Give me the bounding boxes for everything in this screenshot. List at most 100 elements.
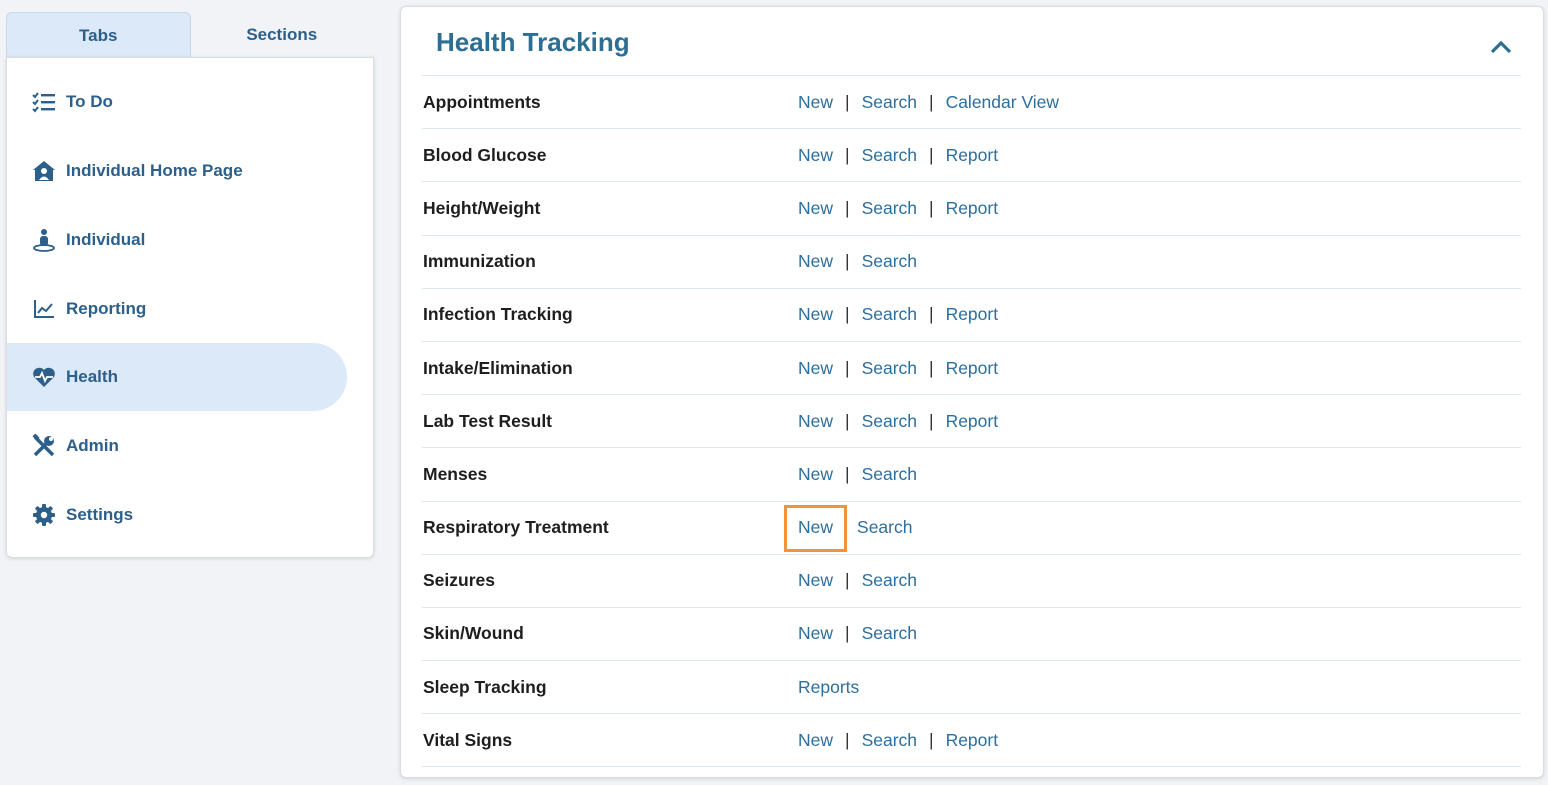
row-label: Vital Signs: [423, 729, 513, 750]
list-item: Lab Test Result New | Search | Report: [422, 395, 1521, 449]
link-separator: |: [929, 729, 934, 750]
tab-sections[interactable]: Sections: [191, 12, 374, 58]
new-link[interactable]: New: [798, 304, 833, 325]
row-links: New | Search: [798, 251, 917, 272]
search-link[interactable]: Search: [862, 570, 917, 591]
new-link[interactable]: New: [798, 570, 833, 591]
search-link[interactable]: Search: [862, 464, 917, 485]
link-separator: |: [929, 197, 934, 218]
search-link[interactable]: Search: [862, 623, 917, 644]
row-links: New | Search | Report: [798, 304, 998, 325]
row-links: New | Search: [798, 570, 917, 591]
new-link[interactable]: New: [798, 411, 833, 432]
new-link[interactable]: New: [798, 145, 833, 166]
link-separator: |: [845, 410, 850, 431]
link-separator: |: [929, 410, 934, 431]
report-link[interactable]: Report: [946, 411, 999, 432]
sidebar-item-to-do[interactable]: To Do: [7, 68, 347, 136]
link-separator: |: [845, 304, 850, 325]
report-link[interactable]: Report: [946, 730, 999, 751]
search-link[interactable]: Search: [862, 145, 917, 166]
tab-tabs[interactable]: Tabs: [6, 12, 191, 58]
health-tracking-panel: Health Tracking Appointments New | Search | C…: [400, 6, 1544, 778]
link-separator: |: [845, 570, 850, 591]
search-link[interactable]: Search: [862, 411, 917, 432]
row-label: Appointments: [423, 91, 541, 112]
sidebar-item-reporting[interactable]: Reporting: [7, 275, 347, 343]
search-link[interactable]: Search: [862, 92, 917, 113]
list-item: Intake/Elimination New | Search | Report: [422, 342, 1521, 396]
sidebar-item-label: To Do: [66, 92, 113, 111]
row-links: New | Search | Calendar View: [798, 92, 1059, 113]
link-separator: |: [845, 251, 850, 272]
new-link[interactable]: New: [798, 464, 833, 485]
new-link[interactable]: New: [798, 358, 833, 379]
new-link[interactable]: New: [798, 730, 833, 751]
row-links: New | Search | Report: [798, 145, 998, 166]
new-link[interactable]: New: [798, 92, 833, 113]
row-label: Infection Tracking: [423, 304, 573, 325]
sidebar-item-label: Admin: [66, 436, 119, 455]
search-link[interactable]: Search: [857, 517, 912, 538]
list-item: Height/Weight New | Search | Report: [422, 182, 1521, 236]
sidebar-item-health[interactable]: Health: [7, 343, 347, 411]
row-label: Intake/Elimination: [423, 357, 573, 378]
new-link[interactable]: New: [798, 251, 833, 272]
row-links: New | Search: [798, 464, 917, 485]
heartbeat-icon: [32, 365, 56, 389]
row-links: Reports: [798, 677, 859, 698]
link-separator: |: [929, 304, 934, 325]
search-link[interactable]: Search: [862, 730, 917, 751]
row-label: Blood Glucose: [423, 144, 547, 165]
search-link[interactable]: Search: [862, 304, 917, 325]
new-link[interactable]: New: [798, 623, 833, 644]
home-user-icon: [32, 159, 56, 183]
link-separator: |: [845, 357, 850, 378]
checklist-icon: [32, 90, 56, 114]
search-link[interactable]: Search: [862, 198, 917, 219]
chevron-up-icon[interactable]: [1489, 37, 1513, 57]
link-separator: |: [845, 197, 850, 218]
list-item: Immunization New | Search: [422, 236, 1521, 289]
sidebar-item-individual-home-page[interactable]: Individual Home Page: [7, 137, 347, 205]
report-link[interactable]: Report: [946, 145, 999, 166]
row-links: New | Search | Report: [798, 198, 998, 219]
sidebar-item-label: Reporting: [66, 299, 147, 318]
gear-icon: [32, 503, 56, 527]
list-item: Respiratory Treatment New Search: [422, 502, 1521, 555]
link-separator: |: [929, 357, 934, 378]
list-item: Appointments New | Search | Calendar View: [422, 76, 1521, 130]
row-label: Height/Weight: [423, 197, 541, 218]
reports-link[interactable]: Reports: [798, 677, 859, 698]
list-item: Menses New | Search: [422, 448, 1521, 502]
sidebar-item-label: Individual Home Page: [66, 161, 243, 180]
new-link[interactable]: New: [798, 198, 833, 219]
calendar-view-link[interactable]: Calendar View: [946, 92, 1060, 113]
link-separator: |: [929, 91, 934, 112]
sidebar-item-admin[interactable]: Admin: [7, 412, 347, 480]
report-link[interactable]: Report: [946, 304, 999, 325]
row-label: Menses: [423, 463, 488, 484]
sidebar-item-settings[interactable]: Settings: [7, 481, 347, 549]
search-link[interactable]: Search: [862, 251, 917, 272]
link-separator: |: [929, 144, 934, 165]
row-links: New | Search | Report: [798, 411, 998, 432]
link-separator: |: [845, 729, 850, 750]
sidebar-item-label: Individual: [66, 230, 146, 249]
row-label: Seizures: [423, 570, 495, 591]
list-item: Infection Tracking New | Search | Report: [422, 289, 1521, 342]
sidebar-item-individual[interactable]: Individual: [7, 206, 347, 274]
sidebar-tab-bar: Tabs Sections: [6, 12, 373, 58]
sidebar-nav: To Do Individual Home Page Individual Re…: [6, 57, 374, 558]
report-link[interactable]: Report: [946, 358, 999, 379]
row-links: New Search: [783, 505, 912, 553]
link-separator: |: [845, 144, 850, 165]
search-link[interactable]: Search: [862, 358, 917, 379]
report-link[interactable]: Report: [946, 198, 999, 219]
row-label: Skin/Wound: [423, 623, 524, 644]
list-item: Seizures New | Search: [422, 555, 1521, 608]
new-link[interactable]: New: [783, 505, 848, 553]
sidebar-item-label: Settings: [66, 505, 134, 524]
list-item: Sleep Tracking Reports: [422, 661, 1521, 715]
tools-icon: [32, 434, 56, 458]
